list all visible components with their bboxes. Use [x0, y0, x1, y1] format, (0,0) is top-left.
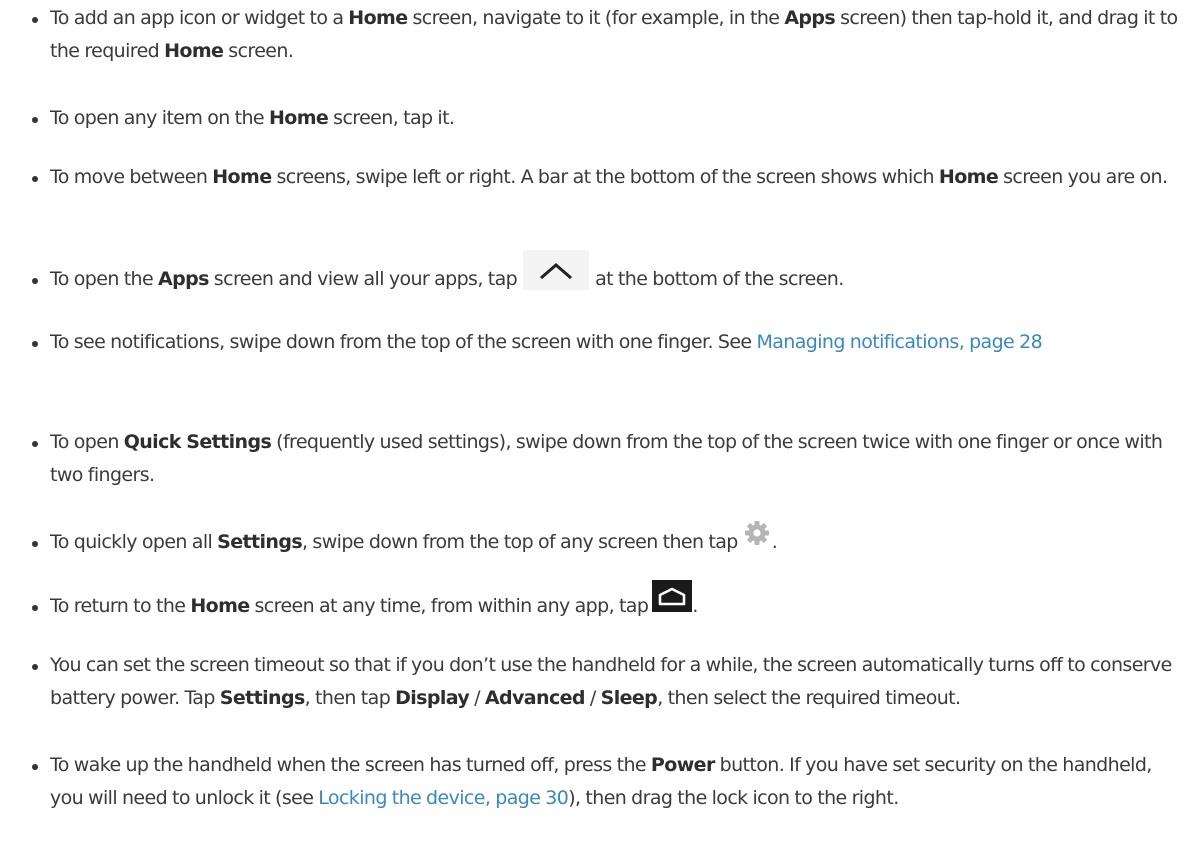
list-item-notifications: To see notifications, swipe down from th… — [20, 326, 1180, 359]
list-item-quick-settings: To open Quick Settings (frequently used … — [20, 426, 1180, 492]
list-item-open-item: To open any item on the Home screen, tap… — [20, 102, 1180, 135]
list-item-add-app: To add an app icon or widget to a Home s… — [20, 2, 1180, 68]
list-item-open-apps: To open the Apps screen and view all you… — [20, 249, 1180, 296]
managing-notifications-link[interactable]: Managing notifications, page 28 — [756, 331, 1042, 353]
locking-device-link[interactable]: Locking the device, page 30 — [318, 787, 569, 809]
chevron-up-icon — [523, 249, 590, 290]
list-item-wake-up: To wake up the handheld when the screen … — [20, 749, 1180, 815]
list-item-screen-timeout: You can set the screen timeout so that i… — [20, 649, 1180, 715]
document-page: To add an app icon or widget to a Home s… — [0, 0, 1185, 867]
list-item-open-settings: To quickly open all Settings, swipe down… — [20, 520, 1180, 559]
gear-icon — [744, 520, 770, 546]
home-icon — [652, 579, 693, 612]
list-item-move-screens: To move between Home screens, swipe left… — [20, 161, 1180, 194]
list-item-return-home: To return to the Home screen at any time… — [20, 579, 1180, 623]
